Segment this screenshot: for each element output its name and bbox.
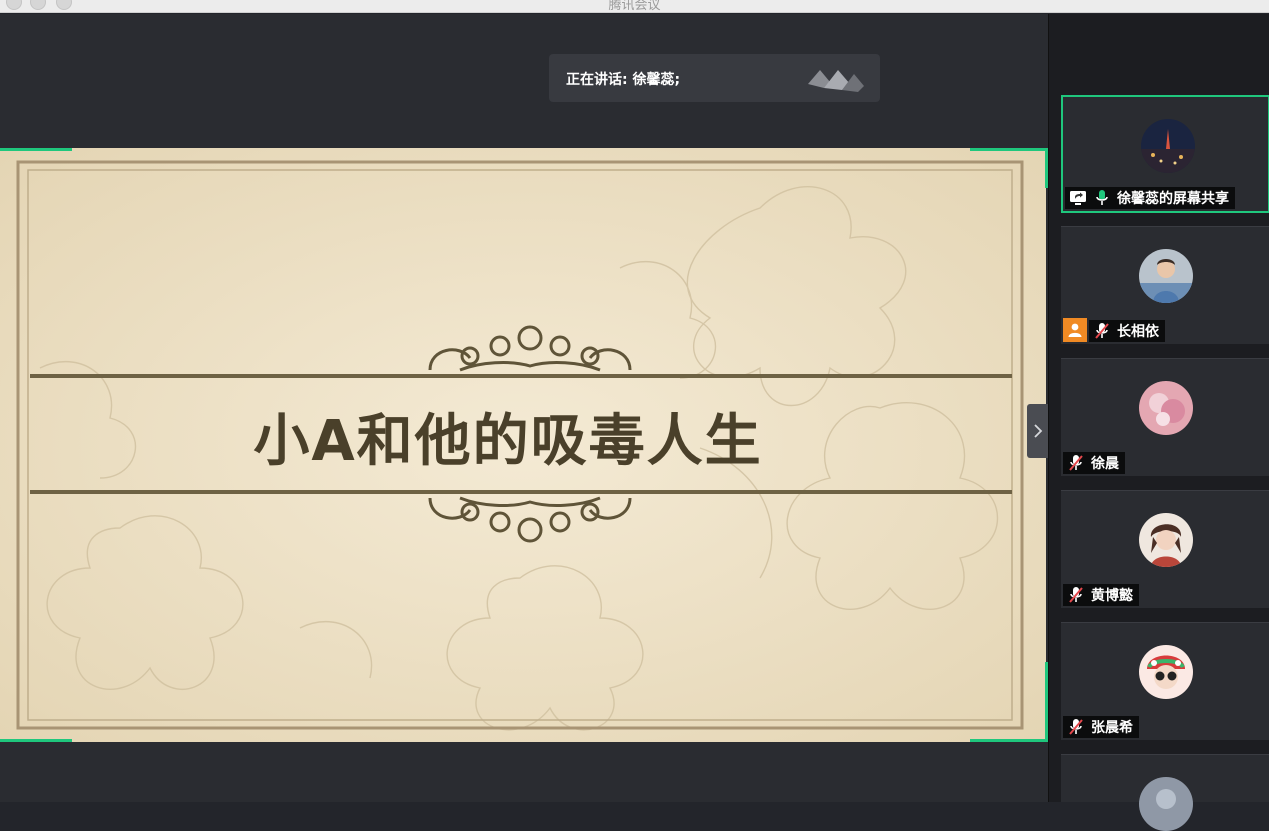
share-corner-bottom-right: [970, 739, 1048, 742]
host-badge: [1063, 318, 1087, 342]
active-speaker-indicator: 正在讲话: 徐馨蕊;: [549, 54, 880, 102]
meeting-window: 腾讯会议 正在讲话: 徐馨蕊; 小A和他的吸毒人生 徐馨蕊的屏幕共享 长相依 徐…: [0, 0, 1269, 831]
share-corner-top-right: [970, 148, 1048, 151]
host-icon: [1068, 323, 1082, 337]
participant-name: 长相依: [1117, 324, 1159, 340]
slide-title: 小A和他的吸毒人生: [253, 409, 763, 474]
participant-tile[interactable]: [1061, 754, 1269, 831]
avatar: [1139, 513, 1193, 567]
avatar: [1139, 249, 1193, 303]
participant-name: 徐馨蕊的屏幕共享: [1117, 191, 1229, 207]
avatar: [1139, 645, 1193, 699]
participant-tile[interactable]: 徐馨蕊的屏幕共享: [1061, 95, 1269, 213]
participant-tile[interactable]: 徐晨: [1061, 358, 1269, 476]
share-corner-bottom-left: [0, 739, 72, 742]
chevron-right-icon: [1034, 424, 1043, 438]
participant-name: 张晨希: [1091, 720, 1133, 736]
title-bar: 腾讯会议: [0, 0, 1269, 13]
shared-slide: 小A和他的吸毒人生: [0, 148, 1046, 742]
screen-share-view: 小A和他的吸毒人生: [0, 148, 1048, 742]
avatar: [1139, 777, 1193, 831]
tencent-meeting-logo-icon: [808, 70, 864, 92]
mic-muted-icon[interactable]: [1067, 586, 1085, 604]
toggle-sidebar-button[interactable]: [1027, 404, 1049, 458]
participant-tile[interactable]: 长相依: [1061, 226, 1269, 344]
participant-tile[interactable]: 张晨希: [1061, 622, 1269, 740]
mic-muted-icon[interactable]: [1093, 322, 1111, 340]
participant-nameplate: 徐晨: [1063, 452, 1125, 474]
participant-nameplate: 张晨希: [1063, 716, 1139, 738]
mic-on-icon[interactable]: [1093, 189, 1111, 207]
participant-tile[interactable]: 黄博懿: [1061, 490, 1269, 608]
share-corner-top-left: [0, 148, 72, 151]
participant-name: 徐晨: [1091, 456, 1119, 472]
mic-muted-icon[interactable]: [1067, 718, 1085, 736]
avatar: [1139, 381, 1193, 435]
avatar: [1141, 119, 1195, 173]
mic-muted-icon[interactable]: [1067, 454, 1085, 472]
main-stage: 正在讲话: 徐馨蕊; 小A和他的吸毒人生: [0, 14, 1048, 802]
window-title: 腾讯会议: [608, 0, 661, 13]
active-speaker-label: 正在讲话: 徐馨蕊;: [566, 72, 681, 88]
participant-nameplate: 黄博懿: [1063, 584, 1139, 606]
participant-sidebar: 徐馨蕊的屏幕共享 长相依 徐晨 黄博懿 张晨希: [1048, 14, 1269, 831]
participant-nameplate: 长相依: [1089, 320, 1165, 342]
screen-share-icon: [1069, 189, 1087, 207]
participant-name: 黄博懿: [1091, 588, 1133, 604]
participant-nameplate: 徐馨蕊的屏幕共享: [1065, 187, 1235, 209]
